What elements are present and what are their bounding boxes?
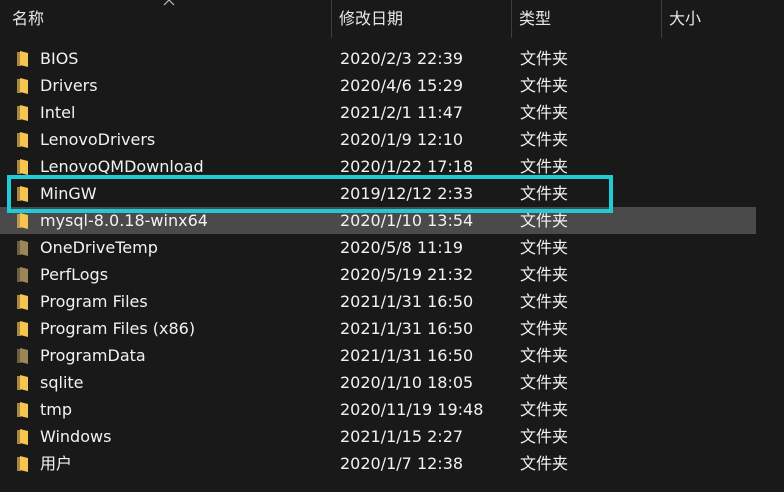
file-row[interactable]: BIOS 2020/2/3 22:39 文件夹 xyxy=(0,45,756,72)
file-modified-date: 2021/1/15 2:27 xyxy=(340,427,464,446)
file-type: 文件夹 xyxy=(520,292,569,311)
file-modified-date: 2020/1/9 12:10 xyxy=(340,130,464,149)
file-modified-date: 2020/11/19 19:48 xyxy=(340,400,484,419)
file-row[interactable]: sqlite 2020/1/10 18:05 文件夹 xyxy=(0,369,756,396)
file-modified-date: 2020/2/3 22:39 xyxy=(340,49,464,68)
sort-ascending-icon xyxy=(163,0,175,6)
file-modified-date: 2020/5/8 11:19 xyxy=(340,238,464,257)
file-type: 文件夹 xyxy=(520,76,569,95)
folder-icon xyxy=(17,402,28,418)
file-row[interactable]: tmp 2020/11/19 19:48 文件夹 xyxy=(0,396,756,423)
folder-icon xyxy=(17,132,28,148)
folder-icon xyxy=(17,321,28,337)
file-row[interactable]: ProgramData 2021/1/31 16:50 文件夹 xyxy=(0,342,756,369)
file-name: 用户 xyxy=(40,454,73,473)
file-modified-date: 2020/1/7 12:38 xyxy=(340,454,464,473)
file-modified-date: 2020/5/19 21:32 xyxy=(340,265,474,284)
file-type: 文件夹 xyxy=(520,238,569,257)
file-name: tmp xyxy=(40,400,73,419)
file-name: Drivers xyxy=(40,76,98,95)
folder-icon xyxy=(17,375,28,391)
folder-icon xyxy=(17,213,28,229)
column-header-name-label: 名称 xyxy=(12,9,45,28)
file-row[interactable]: MinGW 2019/12/12 2:33 文件夹 xyxy=(0,180,756,207)
file-type: 文件夹 xyxy=(520,427,569,446)
file-modified-date: 2020/1/10 18:05 xyxy=(340,373,474,392)
file-type: 文件夹 xyxy=(520,130,569,149)
file-modified-date: 2021/1/31 16:50 xyxy=(340,292,474,311)
file-type: 文件夹 xyxy=(520,49,569,68)
file-row[interactable]: OneDriveTemp 2020/5/8 11:19 文件夹 xyxy=(0,234,756,261)
file-modified-date: 2021/1/31 16:50 xyxy=(340,319,474,338)
folder-icon-dim xyxy=(17,267,28,283)
folder-icon xyxy=(17,429,28,445)
file-type: 文件夹 xyxy=(520,373,569,392)
folder-icon xyxy=(17,105,28,121)
file-explorer: 名称 修改日期 类型 大小 BIOS 2020/2/3 22:39 文件夹 Drive… xyxy=(0,0,784,492)
file-name: Intel xyxy=(40,103,76,122)
column-header: 名称 修改日期 类型 大小 xyxy=(0,0,784,38)
folder-icon xyxy=(17,456,28,472)
folder-icon xyxy=(17,78,28,94)
file-type: 文件夹 xyxy=(520,400,569,419)
file-type: 文件夹 xyxy=(520,319,569,338)
file-name: Program Files (x86) xyxy=(40,319,196,338)
file-modified-date: 2020/4/6 15:29 xyxy=(340,76,464,95)
column-header-type[interactable]: 类型 xyxy=(512,0,662,38)
folder-icon xyxy=(17,186,28,202)
folder-icon-dim xyxy=(17,240,28,256)
file-modified-date: 2021/2/1 11:47 xyxy=(340,103,464,122)
file-row[interactable]: LenovoQMDownload 2020/1/22 17:18 文件夹 xyxy=(0,153,756,180)
column-header-size-label: 大小 xyxy=(669,9,702,28)
file-row[interactable]: 用户 2020/1/7 12:38 文件夹 xyxy=(0,450,756,477)
file-type: 文件夹 xyxy=(520,103,569,122)
file-type: 文件夹 xyxy=(520,265,569,284)
column-header-size[interactable]: 大小 xyxy=(662,0,784,38)
column-header-type-label: 类型 xyxy=(519,9,552,28)
file-row[interactable]: LenovoDrivers 2020/1/9 12:10 文件夹 xyxy=(0,126,756,153)
file-name: OneDriveTemp xyxy=(40,238,158,257)
file-modified-date: 2020/1/10 13:54 xyxy=(340,211,474,230)
folder-icon xyxy=(17,51,28,67)
folder-icon xyxy=(17,159,28,175)
file-modified-date: 2020/1/22 17:18 xyxy=(340,157,474,176)
file-name: mysql-8.0.18-winx64 xyxy=(40,211,208,230)
file-name: LenovoDrivers xyxy=(40,130,156,149)
file-row[interactable]: Drivers 2020/4/6 15:29 文件夹 xyxy=(0,72,756,99)
file-type: 文件夹 xyxy=(520,454,569,473)
folder-icon-dim xyxy=(17,348,28,364)
file-row[interactable]: Windows 2021/1/15 2:27 文件夹 xyxy=(0,423,756,450)
file-type: 文件夹 xyxy=(520,211,569,230)
column-header-date[interactable]: 修改日期 xyxy=(332,0,512,38)
file-name: ProgramData xyxy=(40,346,146,365)
file-name: Windows xyxy=(40,427,112,446)
folder-icon xyxy=(17,294,28,310)
file-name: PerfLogs xyxy=(40,265,109,284)
file-type: 文件夹 xyxy=(520,157,569,176)
file-name: Program Files xyxy=(40,292,148,311)
column-header-date-label: 修改日期 xyxy=(339,9,404,28)
file-row[interactable]: Intel 2021/2/1 11:47 文件夹 xyxy=(0,99,756,126)
file-row[interactable]: Program Files (x86) 2021/1/31 16:50 文件夹 xyxy=(0,315,756,342)
file-name: LenovoQMDownload xyxy=(40,157,204,176)
file-name: sqlite xyxy=(40,373,84,392)
file-row[interactable]: Program Files 2021/1/31 16:50 文件夹 xyxy=(0,288,756,315)
file-type: 文件夹 xyxy=(520,184,569,203)
file-modified-date: 2019/12/12 2:33 xyxy=(340,184,474,203)
file-row[interactable]: PerfLogs 2020/5/19 21:32 文件夹 xyxy=(0,261,756,288)
file-modified-date: 2021/1/31 16:50 xyxy=(340,346,474,365)
file-type: 文件夹 xyxy=(520,346,569,365)
file-name: BIOS xyxy=(40,49,79,68)
file-name: MinGW xyxy=(40,184,97,203)
file-row[interactable]: mysql-8.0.18-winx64 2020/1/10 13:54 文件夹 xyxy=(0,207,756,234)
